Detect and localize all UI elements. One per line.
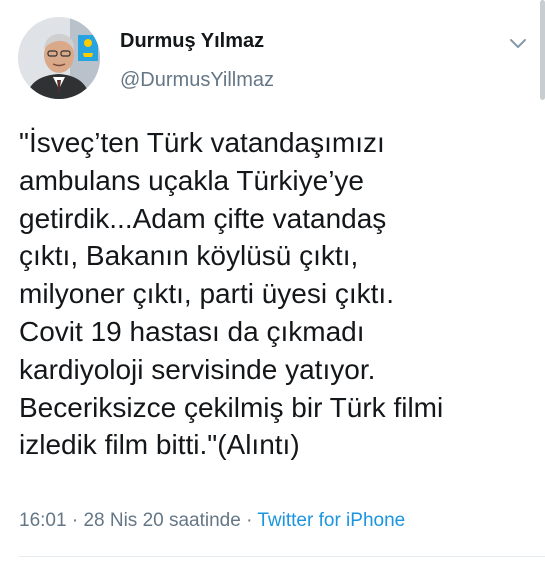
tweet-text-line: "İsveç’ten Türk vatandaşımızı (19, 127, 385, 158)
avatar[interactable] (18, 17, 100, 99)
divider (19, 556, 545, 557)
tweet-time[interactable]: 16:01 (19, 510, 67, 531)
author-name[interactable]: Durmuş Yılmaz (120, 30, 264, 53)
tweet-date[interactable]: 28 Nis 20 saatinde (83, 510, 240, 531)
author-handle[interactable]: @DurmusYillmaz (120, 69, 274, 92)
tweet-source-link[interactable]: Twitter for iPhone (257, 510, 405, 531)
tweet-text-line: ambulans uçakla Türkiye’ye (19, 164, 364, 196)
tweet-text-line: çıktı, Bakanın köylüsü çıktı, (19, 240, 359, 272)
meta-separator: · (66, 510, 84, 531)
meta-separator: · (240, 510, 258, 531)
chevron-down-icon[interactable] (507, 32, 529, 54)
tweet-card: Durmuş Yılmaz @DurmusYillmaz "İsveç’ten … (0, 0, 545, 565)
tweet-text-line: Covit 19 hastası da çıkmadı (19, 315, 365, 347)
tweet-text: "İsveç’ten Türk vatandaşımızı ambulans u… (19, 124, 529, 464)
scrollbar[interactable] (540, 0, 545, 100)
tweet-text-line: kardiyoloji servisinde yatıyor. (19, 353, 376, 385)
tweet-text-line: milyoner çıktı, parti üyesi çıktı. (19, 278, 394, 310)
profile-photo (18, 17, 100, 99)
tweet-text-line: Beceriksizce çekilmiş bir Türk filmi (19, 391, 444, 423)
tweet-text-line: getirdik...Adam çifte vatandaş (19, 202, 387, 234)
tweet-text-line: izledik film bitti."(Alıntı) (19, 429, 300, 461)
tweet-meta: 16:01 · 28 Nis 20 saatinde · Twitter for… (19, 510, 405, 532)
